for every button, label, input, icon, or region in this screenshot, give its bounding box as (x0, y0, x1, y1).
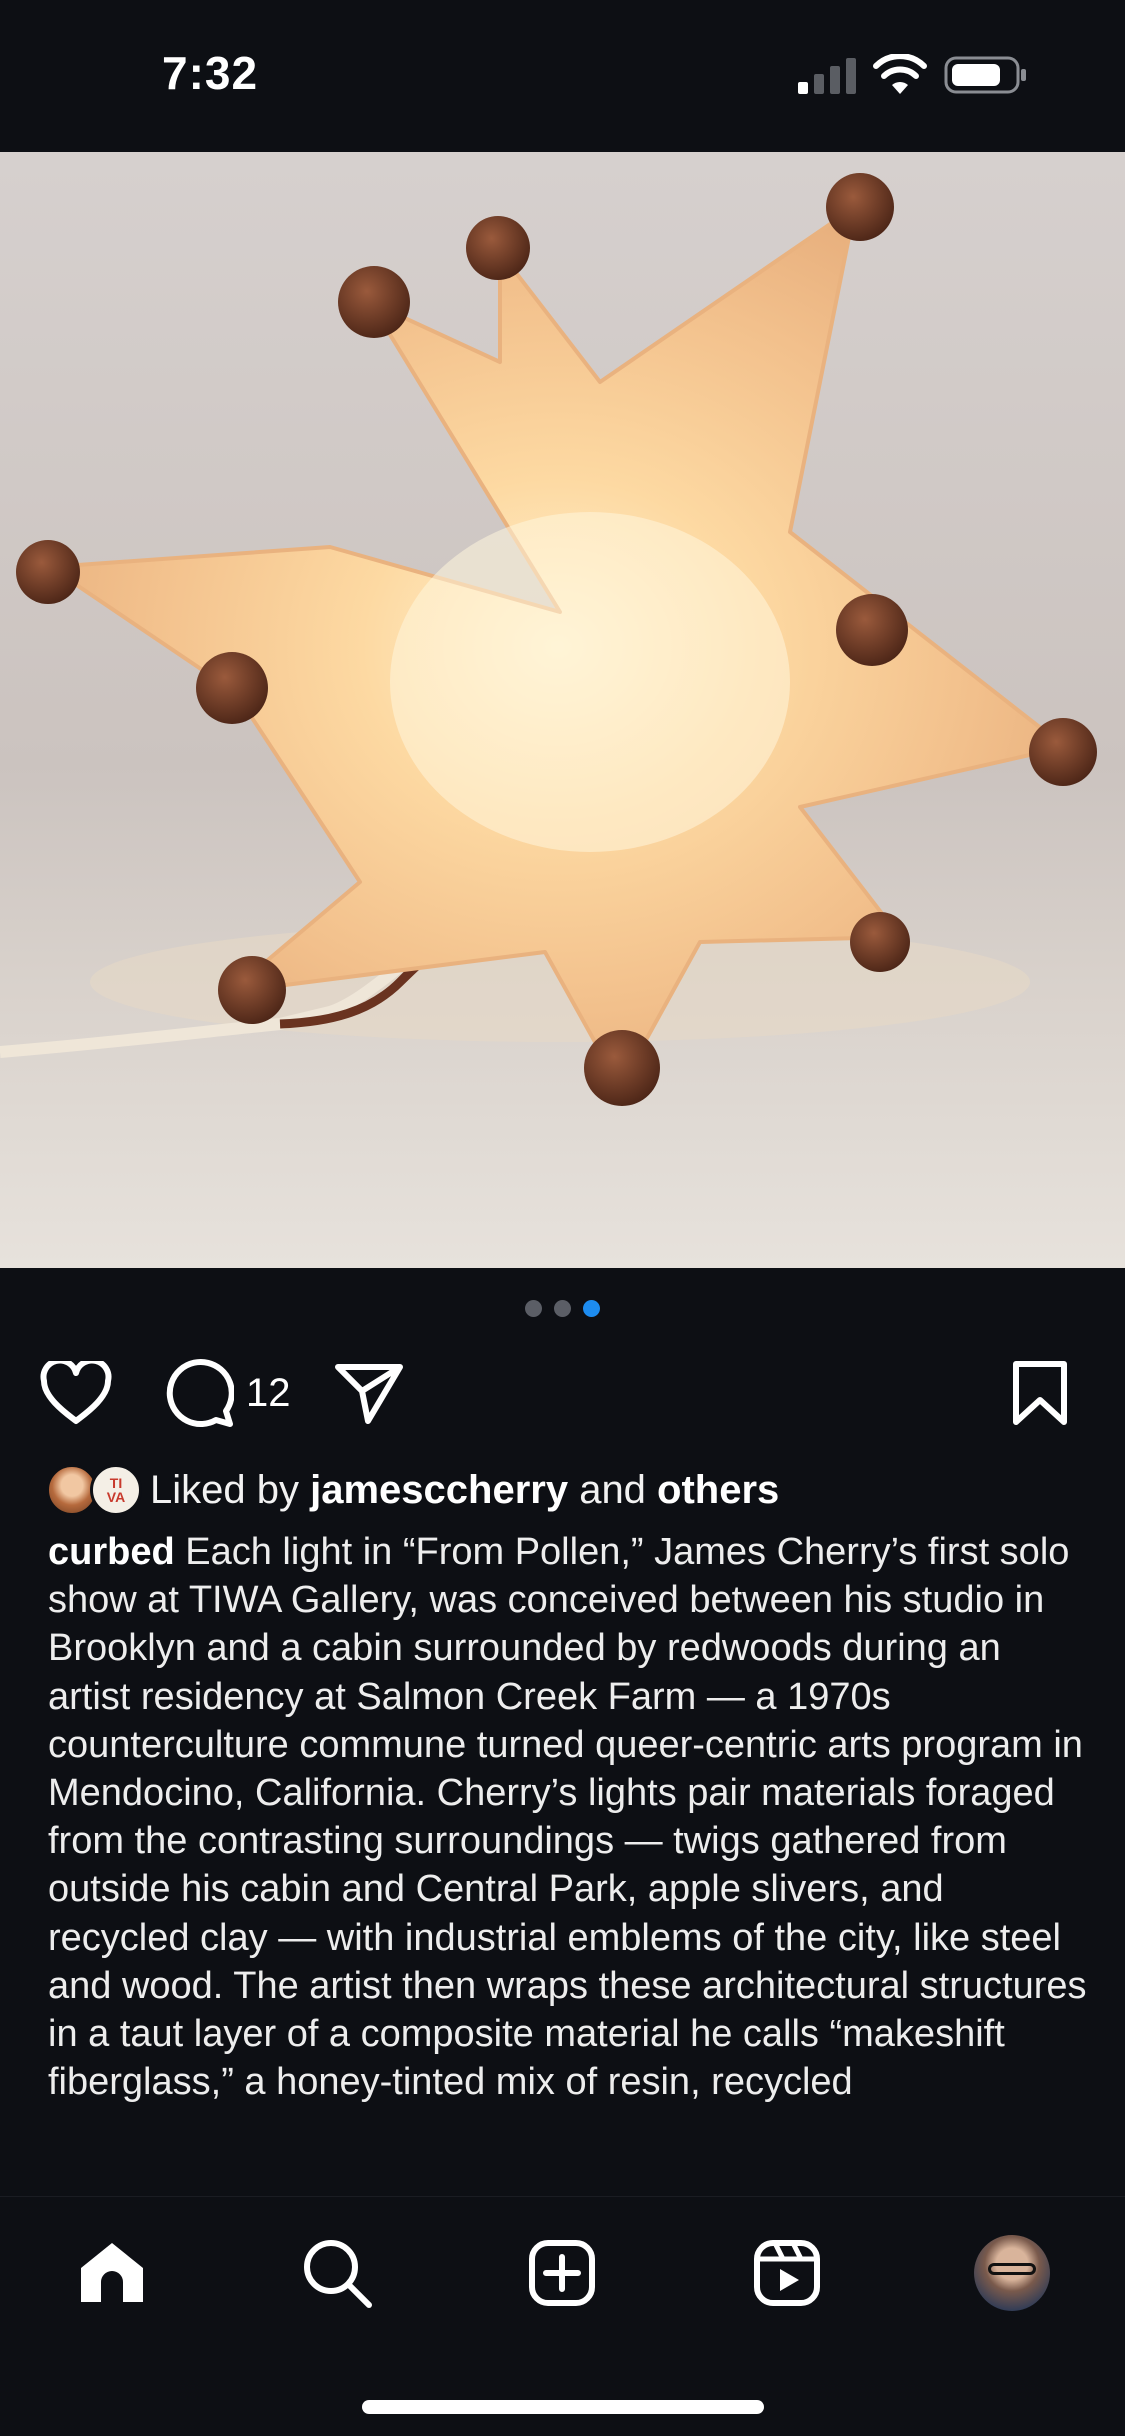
post-caption: curbed Each light in “From Pollen,” Jame… (48, 1528, 1088, 2196)
carousel-indicator (0, 1300, 1125, 1324)
cellular-signal-icon (798, 58, 856, 94)
reels-icon (754, 2240, 820, 2306)
comment-icon (166, 1359, 234, 1427)
liked-by-text: Liked by jamesccherry and others (150, 1467, 780, 1512)
tab-home[interactable] (72, 2233, 152, 2313)
status-time: 7:32 (162, 47, 259, 99)
tab-reels[interactable] (747, 2233, 827, 2313)
avatar: TI VA (90, 1464, 142, 1516)
wifi-icon (873, 54, 927, 94)
create-icon (529, 2240, 595, 2306)
save-button[interactable] (1010, 1352, 1086, 1434)
liker-avatars: TI VA (46, 1462, 144, 1518)
tab-create[interactable] (522, 2233, 602, 2313)
liked-by-row[interactable]: TI VA Liked by jamesccherry and others (46, 1462, 779, 1518)
lamp-photo (0, 152, 1125, 1268)
status-bar: 7:32 (0, 0, 1125, 152)
carousel-dot-1 (525, 1300, 542, 1317)
carousel-dot-3-active (583, 1300, 600, 1317)
home-indicator[interactable] (362, 2400, 764, 2414)
heart-icon (40, 1361, 112, 1424)
bookmark-icon (1013, 1361, 1067, 1425)
comment-count: 12 (246, 1370, 291, 1415)
glasses-detail (988, 2263, 1036, 2275)
like-button[interactable] (40, 1352, 116, 1434)
battery-icon (944, 56, 1026, 94)
caption-text: Each light in “From Pollen,” James Cherr… (48, 1531, 1087, 2104)
liker-username[interactable]: jamesccherry (310, 1468, 568, 1512)
profile-avatar (974, 2235, 1050, 2311)
likes-others-link[interactable]: others (657, 1468, 779, 1512)
comment-button[interactable]: 12 (164, 1352, 291, 1434)
paper-plane-icon (335, 1364, 403, 1424)
post-action-bar: 12 (0, 1352, 1125, 1434)
search-icon (304, 2240, 372, 2308)
post-image[interactable] (0, 152, 1125, 1268)
tab-search[interactable] (297, 2233, 377, 2313)
caption-username[interactable]: curbed (48, 1531, 175, 1573)
home-icon (81, 2243, 143, 2302)
tab-profile[interactable] (972, 2233, 1052, 2313)
carousel-dot-2 (554, 1300, 571, 1317)
share-button[interactable] (334, 1352, 410, 1434)
